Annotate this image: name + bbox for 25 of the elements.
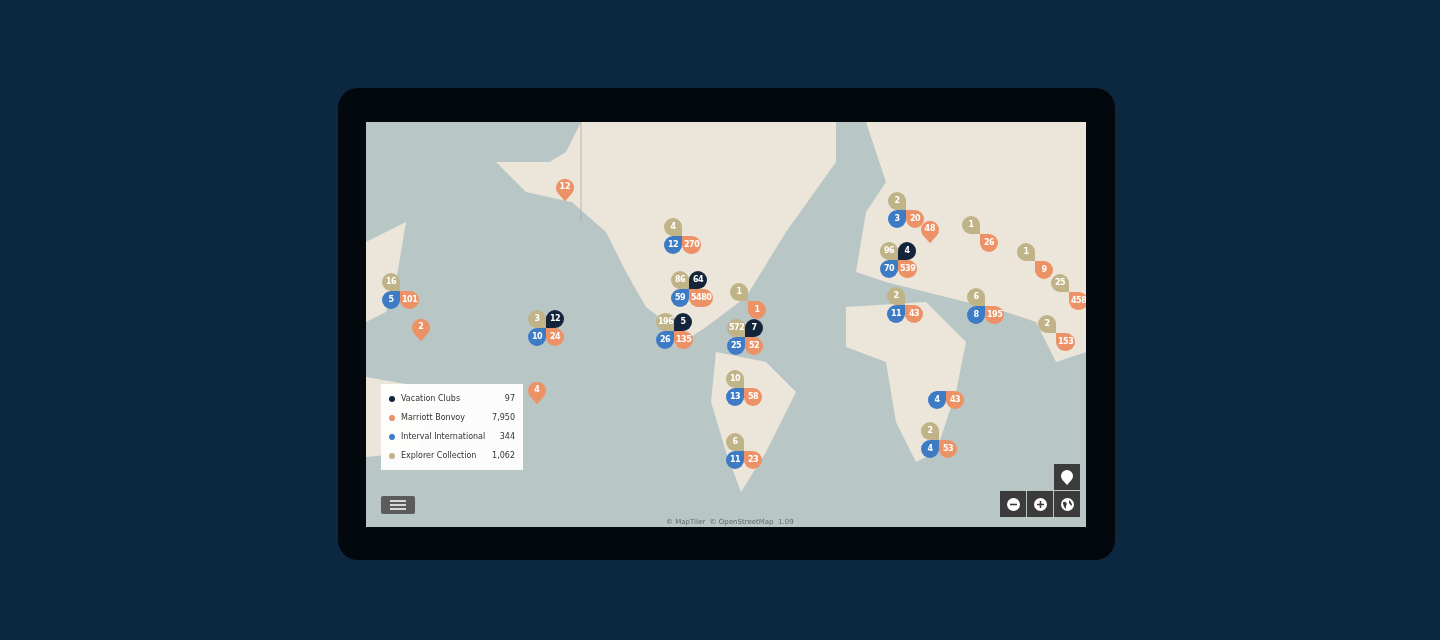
- map-marker[interactable]: 5480: [689, 289, 714, 307]
- map-marker[interactable]: 1: [748, 301, 766, 319]
- map-marker[interactable]: 24: [546, 328, 564, 346]
- map-marker[interactable]: 20: [906, 210, 924, 228]
- legend-count: 97: [504, 392, 515, 405]
- map-marker[interactable]: 458: [1069, 292, 1086, 310]
- legend-count: 344: [499, 430, 515, 443]
- map-marker[interactable]: 26: [980, 234, 998, 252]
- map-marker[interactable]: 43: [946, 391, 964, 409]
- map-pin[interactable]: 12: [555, 177, 575, 202]
- map-marker[interactable]: 9: [1035, 261, 1053, 279]
- map-marker[interactable]: 52: [745, 337, 763, 355]
- legend-label: Vacation Clubs: [401, 392, 461, 405]
- map-pin[interactable]: 48: [920, 219, 940, 244]
- legend-label: Explorer Collection: [401, 449, 477, 462]
- legend-count: 1,062: [492, 449, 515, 462]
- legend-label: Marriott Bonvoy: [401, 411, 465, 424]
- map-marker[interactable]: 23: [744, 451, 762, 469]
- map-marker[interactable]: 43: [905, 305, 923, 323]
- map-pin[interactable]: 2: [411, 317, 431, 342]
- map-marker[interactable]: 58: [744, 388, 762, 406]
- map-marker[interactable]: 53: [939, 440, 957, 458]
- legend-count: 7,950: [492, 411, 515, 424]
- legend-label: Interval International: [401, 430, 486, 443]
- map-pin[interactable]: 4: [527, 380, 547, 405]
